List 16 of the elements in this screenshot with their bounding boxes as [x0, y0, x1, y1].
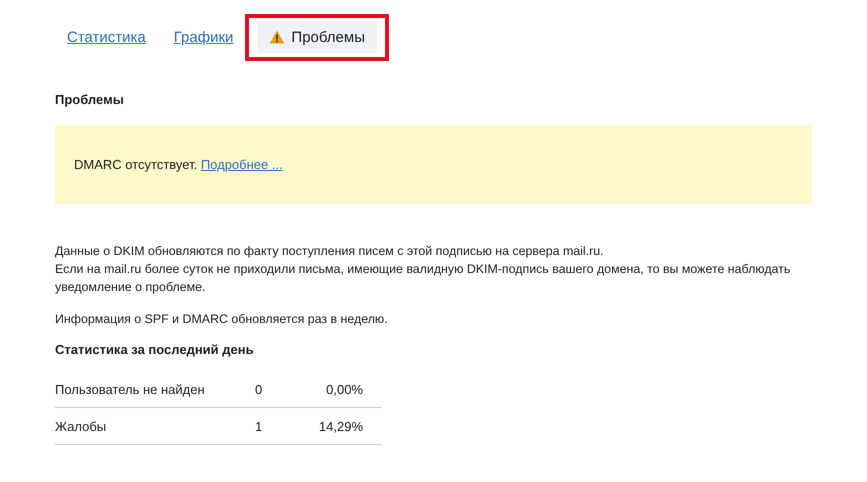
info-paragraph: Информация о SPF и DMARC обновляется раз в неделю.: [55, 311, 389, 328]
table-cell-text: 1: [255, 419, 264, 434]
section-title: Статистика за последний день: [55, 342, 255, 357]
more-link[interactable]: Подробнее ...: [200, 157, 283, 172]
tab[interactable]: Проблемы: [257, 22, 377, 52]
tab[interactable]: Графики: [162, 22, 246, 52]
table-cell-text: Жалобы: [55, 419, 108, 434]
table-cell-text: Пользователь не найден: [55, 382, 206, 397]
section-title: Проблемы: [55, 92, 125, 107]
table-cell-text: 0: [255, 382, 264, 397]
warning-icon: [269, 30, 286, 44]
info-paragraph: Данные о DKIM обновляются по факту поступления писем с этой подписью на сервера mail.ru. Если на mail.ru более суток не приходили письма, имеющие валидную DKIM-подпись вашего домена, то вы можете наблюдать уведомление о проблеме.: [55, 243, 792, 296]
alert-text: DMARC отсутствует.: [74, 157, 198, 172]
tab[interactable]: Статистика: [55, 22, 158, 52]
table-cell-text: 0,00%: [325, 382, 364, 397]
table-cell-text: 14,29%: [318, 419, 364, 434]
